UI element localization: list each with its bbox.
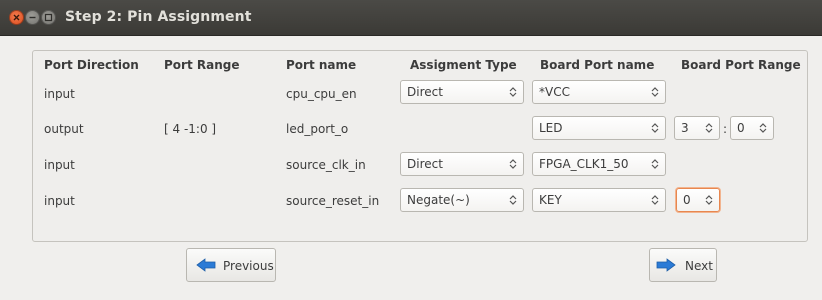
window-title: Step 2: Pin Assignment [65,9,252,25]
row1-assignment-type-select[interactable]: Direct [400,80,524,104]
maximize-icon [44,13,53,22]
header-board-port-name: Board Port name [540,58,655,72]
row1-assignment-type-value: Direct [407,85,443,99]
updown-arrows-icon [651,123,659,133]
row2-board-range-high-spinner[interactable]: 3 [674,116,720,140]
header-port-direction: Port Direction [44,58,139,72]
row3-direction: input [44,158,75,172]
pin-assignment-window: Step 2: Pin Assignment Port Direction Po… [0,0,822,300]
updown-arrows-icon [509,195,517,205]
row4-port-name: source_reset_in [286,194,380,208]
updown-arrows-icon [705,123,713,133]
header-board-port-range: Board Port Range [681,58,801,72]
row4-direction: input [44,194,75,208]
minimize-button[interactable] [25,10,40,25]
updown-arrows-icon [651,159,659,169]
pin-table-panel [32,50,808,242]
row4-board-port-select[interactable]: KEY [532,188,666,212]
updown-arrows-icon [705,195,713,205]
row2-board-range-low-value: 0 [737,121,745,135]
row2-board-port-select[interactable]: LED [532,116,666,140]
row3-board-port-select[interactable]: FPGA_CLK1_50 [532,152,666,176]
previous-button[interactable]: Previous [186,248,276,282]
row4-board-range-spinner[interactable]: 0 [676,188,720,212]
row2-board-range-low-spinner[interactable]: 0 [730,116,774,140]
header-assignment-type: Assigment Type [410,58,517,72]
next-button-label: Next [685,259,713,273]
updown-arrows-icon [651,87,659,97]
range-separator: : [723,122,728,136]
row1-board-port-value: *VCC [539,85,570,99]
title-bar: Step 2: Pin Assignment [0,0,822,36]
row2-port-range: [ 4 -1:0 ] [164,122,217,136]
header-port-range: Port Range [164,58,240,72]
minimize-icon [29,16,36,19]
previous-button-label: Previous [223,259,274,273]
row4-board-port-value: KEY [539,193,562,207]
row2-port-name: led_port_o [286,122,349,136]
row4-board-range-value: 0 [683,193,691,207]
row1-board-port-select[interactable]: *VCC [532,80,666,104]
updown-arrows-icon [759,123,767,133]
close-button[interactable] [9,10,24,25]
row1-direction: input [44,87,75,101]
updown-arrows-icon [509,87,517,97]
row3-port-name: source_clk_in [286,158,366,172]
close-icon [13,14,20,21]
row1-port-name: cpu_cpu_en [286,87,357,101]
maximize-button[interactable] [41,10,56,25]
row3-assignment-type-select[interactable]: Direct [400,152,524,176]
row3-board-port-value: FPGA_CLK1_50 [539,157,629,171]
row4-assignment-type-select[interactable]: Negate(~) [400,188,524,212]
updown-arrows-icon [651,195,659,205]
arrow-right-icon [656,258,676,272]
updown-arrows-icon [509,159,517,169]
next-button[interactable]: Next [649,248,717,282]
row2-board-range-high-value: 3 [681,121,689,135]
row4-assignment-type-value: Negate(~) [407,193,470,207]
row2-board-port-value: LED [539,121,563,135]
header-port-name: Port name [286,58,357,72]
row3-assignment-type-value: Direct [407,157,443,171]
arrow-left-icon [196,258,216,272]
row2-direction: output [44,122,84,136]
